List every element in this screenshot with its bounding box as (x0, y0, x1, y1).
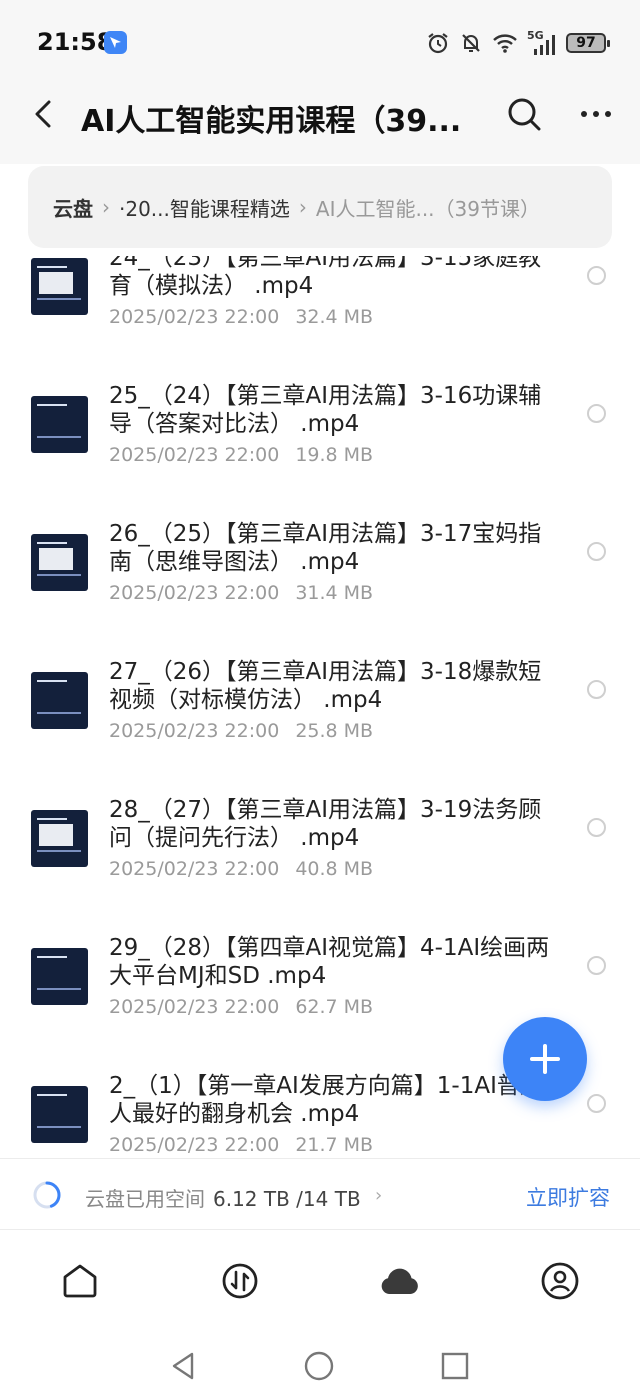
file-name: 24_（23）【第三章AI用法篇】3-15家庭教育（模拟法） .mp4 (109, 256, 542, 299)
file-date: 2025/02/23 22:00 (109, 306, 280, 328)
search-icon (508, 98, 541, 131)
system-nav-bar (0, 1330, 640, 1400)
file-size: 21.7 MB (295, 1134, 374, 1156)
battery-indicator: 97 (566, 33, 610, 53)
system-recents-icon[interactable] (439, 1350, 471, 1382)
file-size: 62.7 MB (295, 996, 374, 1018)
mute-bell-icon (462, 34, 480, 52)
file-size: 19.8 MB (295, 444, 374, 466)
file-name: 28_（27）【第三章AI用法篇】3-19法务顾问（提问先行法） .mp4 (109, 797, 542, 851)
select-checkbox[interactable] (587, 404, 606, 423)
file-name: 26_（25）【第三章AI用法篇】3-17宝妈指南（思维导图法） .mp4 (109, 521, 542, 575)
file-meta: 2025/02/23 22:00 31.4 MB (109, 582, 373, 604)
file-meta: 2025/02/23 22:00 25.8 MB (109, 720, 373, 742)
file-name: 2_（1）【第一章AI发展方向篇】1-1AI普通人最好的翻身机会 .mp4 (109, 1073, 543, 1127)
home-icon (63, 1264, 97, 1298)
system-home-icon[interactable] (303, 1350, 335, 1382)
file-item[interactable]: 26_（25）【第三章AI用法篇】3-17宝妈指南（思维导图法） .mp4 202… (0, 520, 640, 658)
breadcrumb-middle[interactable]: ·20...智能课程精选 (119, 193, 290, 222)
bottom-tab-bar (0, 1230, 640, 1330)
profile-icon (541, 1262, 579, 1300)
video-thumbnail (31, 258, 88, 315)
file-date: 2025/02/23 22:00 (109, 1134, 280, 1156)
breadcrumb: 云盘 › ·20...智能课程精选 › AI人工智能...（39节课） (28, 166, 612, 248)
more-button[interactable] (576, 94, 616, 134)
chevron-right-icon: › (102, 195, 110, 219)
signal-indicator: 5G (527, 29, 557, 55)
select-checkbox[interactable] (587, 956, 606, 975)
video-thumbnail (31, 396, 88, 453)
video-thumbnail (31, 672, 88, 729)
video-thumbnail (31, 534, 88, 591)
storage-label: 云盘已用空间 6.12 TB /14 TB (85, 1183, 361, 1212)
tab-cloud[interactable] (379, 1260, 421, 1302)
file-name: 25_（24）【第三章AI用法篇】3-16功课辅导（答案对比法） .mp4 (109, 383, 542, 437)
file-item[interactable]: 24_（23）【第三章AI用法篇】3-15家庭教育（模拟法） .mp4 2025/… (0, 256, 640, 382)
expand-storage-link[interactable]: 立即扩容 (526, 1182, 610, 1212)
file-name: 29_（28）【第四章AI视觉篇】4-1AI绘画两大平台MJ和SD .mp4 (109, 935, 550, 989)
select-checkbox[interactable] (587, 680, 606, 699)
file-date: 2025/02/23 22:00 (109, 582, 280, 604)
system-back-icon[interactable] (168, 1350, 200, 1382)
file-meta: 2025/02/23 22:00 21.7 MB (109, 1134, 373, 1156)
file-meta: 2025/02/23 22:00 40.8 MB (109, 858, 373, 880)
page-title: AI人工智能实用课程（39... (81, 104, 462, 139)
add-button[interactable] (503, 1017, 587, 1101)
file-size: 31.4 MB (295, 582, 374, 604)
back-button[interactable] (24, 94, 64, 134)
tab-home[interactable] (59, 1260, 101, 1302)
file-date: 2025/02/23 22:00 (109, 444, 280, 466)
wifi-icon (493, 34, 517, 53)
more-dots-icon (581, 111, 611, 117)
select-checkbox[interactable] (587, 818, 606, 837)
transfer-icon (222, 1263, 258, 1299)
file-item[interactable]: 27_（26）【第三章AI用法篇】3-18爆款短视频（对标模仿法） .mp4 20… (0, 658, 640, 796)
file-size: 25.8 MB (295, 720, 374, 742)
file-date: 2025/02/23 22:00 (109, 858, 280, 880)
header: AI人工智能实用课程（39... (0, 86, 640, 164)
alarm-icon (428, 33, 448, 54)
video-thumbnail (31, 1086, 88, 1143)
select-checkbox[interactable] (587, 266, 606, 285)
storage-label-text: 云盘已用空间 (85, 1187, 205, 1211)
plus-icon (530, 1044, 560, 1074)
status-icons: 5G 97 (426, 29, 610, 56)
breadcrumb-root[interactable]: 云盘 (53, 193, 93, 222)
select-checkbox[interactable] (587, 542, 606, 561)
file-meta: 2025/02/23 22:00 19.8 MB (109, 444, 373, 466)
back-arrow-icon (35, 100, 51, 128)
select-checkbox[interactable] (587, 1094, 606, 1113)
file-meta: 2025/02/23 22:00 32.4 MB (109, 306, 373, 328)
cloud-icon (381, 1268, 418, 1294)
video-thumbnail (31, 948, 88, 1005)
status-bar: 21:58 5G 97 (0, 0, 640, 86)
chevron-right-icon: › (298, 195, 307, 219)
tab-profile[interactable] (539, 1260, 581, 1302)
file-date: 2025/02/23 22:00 (109, 720, 280, 742)
file-item[interactable]: 28_（27）【第三章AI用法篇】3-19法务顾问（提问先行法） .mp4 202… (0, 796, 640, 934)
app-notification-icon (104, 31, 127, 54)
video-thumbnail (31, 810, 88, 867)
breadcrumb-container: 云盘 › ·20...智能课程精选 › AI人工智能...（39节课） (0, 164, 640, 256)
file-meta: 2025/02/23 22:00 62.7 MB (109, 996, 373, 1018)
search-button[interactable] (504, 94, 544, 134)
storage-bar[interactable]: 云盘已用空间 6.12 TB /14 TB › 立即扩容 (0, 1158, 640, 1230)
breadcrumb-current: AI人工智能...（39节课） (315, 196, 540, 221)
file-date: 2025/02/23 22:00 (109, 996, 280, 1018)
file-size: 40.8 MB (295, 858, 374, 880)
storage-value: 6.12 TB /14 TB (213, 1187, 361, 1211)
file-item[interactable]: 25_（24）【第三章AI用法篇】3-16功课辅导（答案对比法） .mp4 202… (0, 382, 640, 520)
tab-transfer[interactable] (219, 1260, 261, 1302)
status-time: 21:58 (37, 28, 114, 56)
storage-ring-icon (33, 1181, 61, 1209)
file-size: 32.4 MB (295, 306, 374, 328)
chevron-right-icon: › (375, 1185, 383, 1206)
signal-icon (534, 35, 555, 55)
file-name: 27_（26）【第三章AI用法篇】3-18爆款短视频（对标模仿法） .mp4 (109, 659, 542, 713)
